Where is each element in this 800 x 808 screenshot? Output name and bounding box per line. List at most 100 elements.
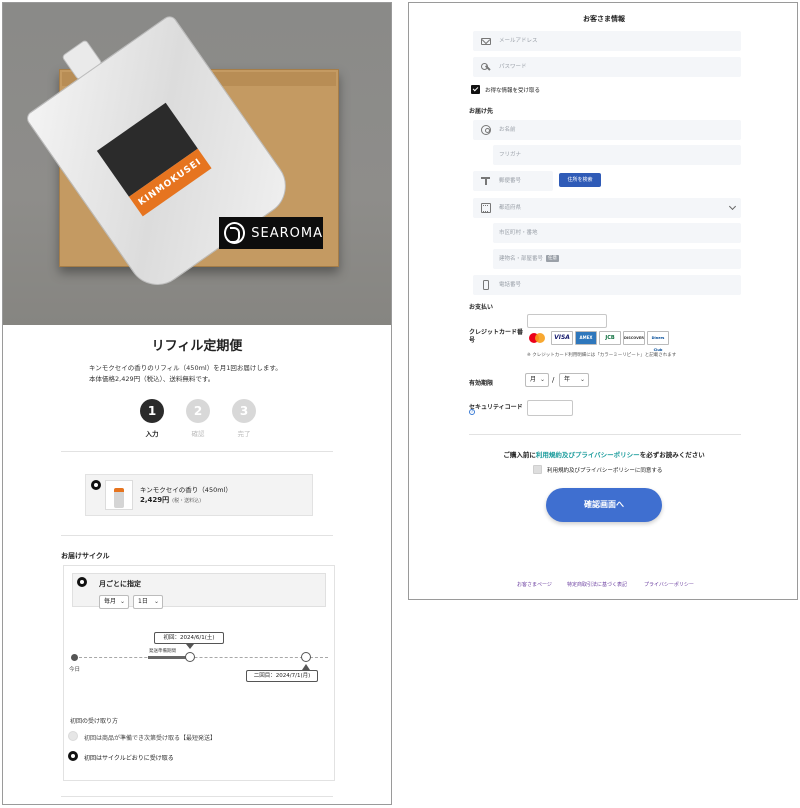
phone-icon [483,280,489,290]
terms-agree-label[interactable]: 利用規約及びプライバシーポリシーに同意する [547,466,662,474]
receive-asap-label[interactable]: 初回は商品が準備でき次第受け取る【最短発送】 [84,733,216,742]
cycle-panel: 月ごとに指定 毎月 ⌄ 1日 ⌄ 今日 発送準備期間 初回：2024/6/1(土… [63,565,335,781]
card-statement-note: ※ クレジットカード利用明細には「カラーミーリピート」と記載されます [527,353,677,358]
terms-notice-prefix: ご購入前に [503,451,536,459]
security-code-label: セキュリティコード [469,404,523,411]
brand-logo-icon [224,222,246,244]
timeline-line [74,657,328,658]
receive-method-title: 初回の受け取り方 [70,718,119,725]
discover-icon: DISCOVER [623,331,645,345]
receive-on-cycle-radio[interactable] [68,751,78,761]
visa-icon: VISA [551,331,573,345]
product-photo: KINMOKUSEI SEAROMA [3,3,391,325]
delivery-timeline: 今日 発送準備期間 初回：2024/6/1(土) 二回目：2024/7/1(月) [64,566,336,782]
key-icon [481,62,491,72]
step-indicator-complete: 3 [232,399,256,423]
optional-badge: 任意 [546,255,560,262]
timeline-today-dot [71,654,78,661]
name-field[interactable]: お名前 [473,120,741,140]
prefecture-placeholder: 都道府県 [499,205,522,211]
password-field[interactable]: パスワード [473,57,741,77]
footer-link-customer-page[interactable]: お客さまページ [517,581,552,588]
timeline-second-delivery-marker [301,652,311,662]
user-icon [481,125,491,135]
step-label-input: 入力 [145,430,159,438]
divider [61,451,333,452]
terms-agree-checkbox[interactable] [533,465,542,474]
city-placeholder: 市区町村・番地 [499,230,538,236]
product-name: キンモクセイの香り（450ml） [140,486,232,494]
password-placeholder: パスワード [499,64,527,70]
help-icon[interactable]: ? [469,409,475,415]
first-delivery-callout: 初回：2024/6/1(土) [154,632,224,644]
timeline-today-label: 今日 [69,667,81,673]
zip-placeholder: 郵便番号 [499,178,522,184]
expiry-year-value: 年 [564,376,571,383]
timeline-prep-label: 発送準備期間 [149,649,176,654]
receive-on-cycle-label[interactable]: 初回はサイクルどおりに受け取る [84,753,174,762]
kana-field[interactable]: フリガナ [493,145,741,165]
name-placeholder: お名前 [499,127,516,133]
kana-placeholder: フリガナ [499,152,522,158]
expiry-year-select[interactable]: 年 ⌄ [559,373,589,387]
customer-info-title: お客さま情報 [583,15,625,23]
description-line: キンモクセイの香りのリフィル（450ml）を月1回お届けします。 [89,364,282,372]
footer-link-privacy[interactable]: プライバシーポリシー [644,581,694,588]
address-search-button[interactable]: 住所を検索 [559,173,601,187]
confirm-button[interactable]: 確認画面へ [546,488,662,522]
shipping-section-title: お届け先 [469,108,494,115]
receive-asap-radio[interactable] [68,731,78,741]
zip-field[interactable]: 郵便番号 [473,171,553,191]
step-label-complete: 完了 [237,430,251,438]
email-placeholder: メールアドレス [499,38,538,44]
step-label-confirm: 確認 [191,430,205,438]
second-delivery-callout: 二回目：2024/7/1(月) [246,670,318,682]
phone-field[interactable]: 電話番号 [473,275,741,295]
prefecture-select[interactable]: 都道府県 [473,198,741,218]
product-thumbnail [105,480,133,510]
security-code-input[interactable] [527,400,573,416]
checkout-form: お客さま情報 メールアドレス パスワード お得な情報を受け取る お届け先 お名前… [408,2,798,600]
step-indicator-confirm: 2 [186,399,210,423]
divider [61,535,333,536]
step-indicator-input: 1 [140,399,164,423]
jcb-icon: JCB [599,331,621,345]
chevron-down-icon: ⌄ [539,376,545,383]
card-number-input[interactable] [527,314,607,328]
expiry-separator: / [552,376,555,384]
building-icon [481,203,491,213]
email-field[interactable]: メールアドレス [473,31,741,51]
building-field[interactable]: 建物名・部屋番号 任意 [493,249,741,269]
expiry-month-select[interactable]: 月 ⌄ [525,373,549,387]
amex-icon: AMEX [575,331,597,345]
city-field[interactable]: 市区町村・番地 [493,223,741,243]
product-panel: KINMOKUSEI SEAROMA リフィル定期便 キンモクセイの香りのリフィ… [2,2,392,805]
brand-logo: SEAROMA [219,217,323,249]
building-placeholder: 建物名・部屋番号 [499,256,544,262]
product-price-note: (税・送料込) [172,498,202,504]
terms-notice: ご購入前に利用規約及びプライバシーポリシーを必ずお読みください [409,449,797,459]
newsletter-label[interactable]: お得な情報を受け取る [485,86,540,94]
diners-icon: Diners Club [647,331,669,352]
footer-link-legal-notice[interactable]: 特定商取引法に基づく表記 [567,581,627,588]
divider [469,434,741,435]
callout-pointer [186,644,194,649]
mail-icon [481,38,491,45]
expiry-month-value: 月 [530,376,537,383]
description-line: 本体価格2,429円（税込）、送料無料です。 [89,375,215,383]
expiry-label: 有効期限 [469,380,494,387]
timeline-first-delivery-marker [185,652,195,662]
newsletter-checkbox[interactable] [471,85,480,94]
cycle-section-title: お届けサイクル [61,552,110,560]
product-option[interactable]: キンモクセイの香り（450ml） 2,429円 (税・送料込) [85,474,313,516]
terms-link[interactable]: 利用規約及びプライバシーポリシー [536,451,640,459]
terms-notice-suffix: を必ずお読みください [639,451,705,459]
divider [61,796,333,797]
callout-pointer [302,664,310,670]
card-number-label: クレジットカード番号 [469,329,524,344]
brand-logo-text: SEAROMA [251,225,323,241]
mastercard-icon [527,331,549,345]
payment-section-title: お支払い [469,304,494,311]
building-placeholder-row: 建物名・部屋番号 任意 [499,249,560,269]
product-radio[interactable] [91,480,101,490]
